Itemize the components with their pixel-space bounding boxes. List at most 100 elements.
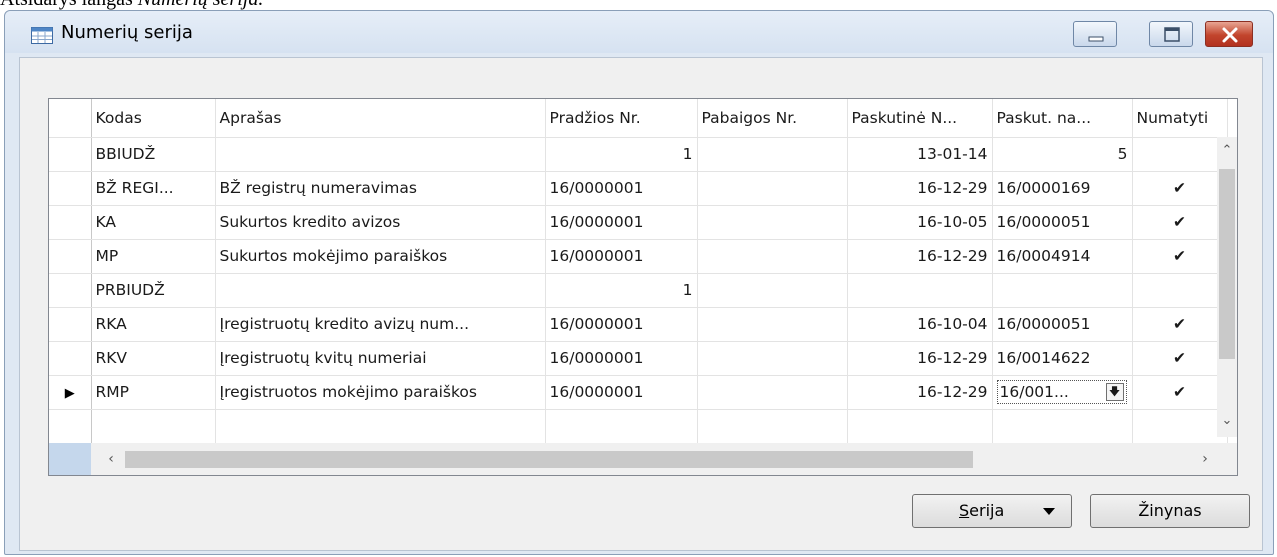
serija-button[interactable]: Serija	[912, 494, 1072, 528]
cell-pabaigos[interactable]	[697, 273, 848, 308]
column-header-paskut-nr[interactable]: Paskut. na...	[992, 99, 1133, 138]
cell-paskut-nr[interactable]: 16/0004914	[992, 239, 1133, 274]
cell-pabaigos[interactable]	[697, 375, 848, 410]
cell-numatyti[interactable]: ✔	[1132, 239, 1228, 274]
cell-pradzios[interactable]: 16/0000001	[545, 205, 698, 240]
cell-pabaigos[interactable]	[697, 137, 848, 172]
cell-paskutine-data[interactable]: 16-12-29	[847, 171, 993, 206]
column-header-kodas[interactable]: Kodas	[91, 99, 216, 138]
cell-empty[interactable]	[992, 409, 1133, 444]
cell-aprasas[interactable]	[215, 137, 546, 172]
cell-paskutine-data[interactable]: 16-12-29	[847, 341, 993, 376]
cell-kodas[interactable]: MP	[91, 239, 216, 274]
row-selector[interactable]	[49, 239, 92, 274]
table-row-current[interactable]: ▶ RMP Įregistruotos mokėjimo paraiškos 1…	[49, 375, 1228, 410]
cell-aprasas[interactable]: Sukurtos mokėjimo paraiškos	[215, 239, 546, 274]
row-selector[interactable]	[49, 171, 92, 206]
table-row[interactable]: RKA Įregistruotų kredito avizų num... 16…	[49, 307, 1228, 342]
vertical-scrollbar[interactable]: ⌃ ⌄	[1217, 137, 1237, 437]
cell-empty[interactable]	[847, 409, 993, 444]
cell-pradzios[interactable]: 16/0000001	[545, 307, 698, 342]
horizontal-scroll-thumb[interactable]	[125, 451, 973, 468]
cell-paskutine-data[interactable]: 16-10-05	[847, 205, 993, 240]
cell-aprasas[interactable]: Sukurtos kredito avizos	[215, 205, 546, 240]
cell-numatyti[interactable]	[1132, 273, 1228, 308]
table-row-empty[interactable]	[49, 409, 1228, 444]
cell-numatyti[interactable]: ✔	[1132, 171, 1228, 206]
scroll-left-icon[interactable]: ‹	[101, 449, 121, 469]
cell-empty[interactable]	[215, 409, 546, 444]
cell-paskutine-data[interactable]: 16-12-29	[847, 375, 993, 410]
number-series-grid[interactable]: Kodas Aprašas Pradžios Nr. Pabaigos Nr. …	[48, 98, 1238, 476]
cell-paskut-nr[interactable]	[992, 273, 1133, 308]
cell-numatyti[interactable]: ✔	[1132, 205, 1228, 240]
table-row[interactable]: BBIUDŽ 1 13-01-14 5	[49, 137, 1228, 172]
cell-numatyti[interactable]: ✔	[1132, 375, 1228, 410]
title-bar[interactable]: Numerių serija	[5, 11, 1273, 53]
cell-kodas[interactable]: BBIUDŽ	[91, 137, 216, 172]
cell-paskut-nr-focused[interactable]: 16/001... 🡇	[992, 375, 1133, 410]
cell-paskutine-data[interactable]: 13-01-14	[847, 137, 993, 172]
cell-paskutine-data[interactable]	[847, 273, 993, 308]
column-header-paskutine-data[interactable]: Paskutinė N...	[847, 99, 993, 138]
horizontal-scrollbar[interactable]: ‹ ›	[49, 443, 1237, 475]
cell-empty[interactable]	[697, 409, 848, 444]
close-button[interactable]	[1205, 21, 1253, 47]
column-header-pabaigos[interactable]: Pabaigos Nr.	[697, 99, 848, 138]
cell-paskut-nr[interactable]: 16/0014622	[992, 341, 1133, 376]
column-header-numatyti[interactable]: Numatyti	[1132, 99, 1228, 138]
cell-pradzios[interactable]: 16/0000001	[545, 239, 698, 274]
table-row[interactable]: RKV Įregistruotų kvitų numeriai 16/00000…	[49, 341, 1228, 376]
row-selector-header[interactable]	[49, 99, 92, 138]
row-selector[interactable]	[49, 137, 92, 172]
row-selector[interactable]	[49, 307, 92, 342]
cell-pradzios[interactable]: 1	[545, 273, 698, 308]
cell-pradzios[interactable]: 16/0000001	[545, 341, 698, 376]
cell-aprasas[interactable]: BŽ registrų numeravimas	[215, 171, 546, 206]
cell-paskut-nr[interactable]: 16/0000051	[992, 307, 1133, 342]
cell-kodas[interactable]: BŽ REGI...	[91, 171, 216, 206]
table-row[interactable]: MP Sukurtos mokėjimo paraiškos 16/000000…	[49, 239, 1228, 274]
cell-kodas[interactable]: RKV	[91, 341, 216, 376]
cell-paskut-nr[interactable]: 5	[992, 137, 1133, 172]
cell-pradzios[interactable]: 16/0000001	[545, 375, 698, 410]
row-selector[interactable]	[49, 273, 92, 308]
cell-empty[interactable]	[91, 409, 216, 444]
row-selector[interactable]	[49, 205, 92, 240]
scroll-right-icon[interactable]: ›	[1195, 449, 1215, 469]
maximize-button[interactable]	[1149, 21, 1193, 47]
cell-aprasas[interactable]	[215, 273, 546, 308]
cell-pabaigos[interactable]	[697, 307, 848, 342]
table-row[interactable]: KA Sukurtos kredito avizos 16/0000001 16…	[49, 205, 1228, 240]
cell-paskut-nr[interactable]: 16/0000051	[992, 205, 1133, 240]
cell-kodas[interactable]: KA	[91, 205, 216, 240]
cell-pabaigos[interactable]	[697, 341, 848, 376]
focused-cell-editor[interactable]: 16/001... 🡇	[996, 380, 1127, 404]
minimize-button[interactable]	[1073, 21, 1117, 47]
vertical-scroll-thumb[interactable]	[1219, 169, 1235, 359]
cell-empty[interactable]	[1132, 409, 1228, 444]
column-header-aprasas[interactable]: Aprašas	[215, 99, 546, 138]
row-selector[interactable]	[49, 409, 92, 444]
row-selector[interactable]	[49, 341, 92, 376]
cell-kodas[interactable]: RKA	[91, 307, 216, 342]
cell-pradzios[interactable]: 1	[545, 137, 698, 172]
row-selector-current[interactable]: ▶	[49, 375, 92, 410]
arrow-down-icon[interactable]: 🡇	[1105, 383, 1124, 401]
cell-pabaigos[interactable]	[697, 171, 848, 206]
scroll-down-icon[interactable]: ⌄	[1217, 411, 1237, 431]
cell-numatyti[interactable]: ✔	[1132, 341, 1228, 376]
cell-kodas[interactable]: PRBIUDŽ	[91, 273, 216, 308]
scroll-up-icon[interactable]: ⌃	[1217, 141, 1237, 161]
cell-aprasas[interactable]: Įregistruotos mokėjimo paraiškos	[215, 375, 546, 410]
cell-aprasas[interactable]: Įregistruotų kvitų numeriai	[215, 341, 546, 376]
cell-numatyti[interactable]	[1132, 137, 1228, 172]
cell-pradzios[interactable]: 16/0000001	[545, 171, 698, 206]
cell-aprasas[interactable]: Įregistruotų kredito avizų num...	[215, 307, 546, 342]
table-row[interactable]: PRBIUDŽ 1	[49, 273, 1228, 308]
cell-paskutine-data[interactable]: 16-12-29	[847, 239, 993, 274]
table-row[interactable]: BŽ REGI... BŽ registrų numeravimas 16/00…	[49, 171, 1228, 206]
column-header-pradzios[interactable]: Pradžios Nr.	[545, 99, 698, 138]
cell-paskut-nr[interactable]: 16/0000169	[992, 171, 1133, 206]
cell-pabaigos[interactable]	[697, 205, 848, 240]
